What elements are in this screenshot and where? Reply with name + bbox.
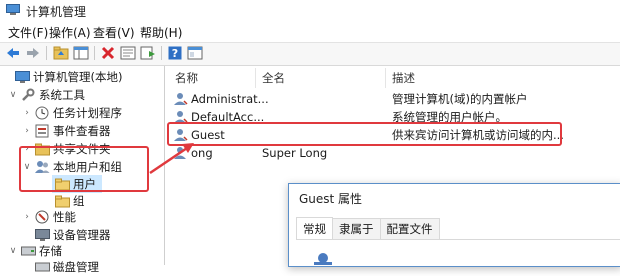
forward-arrow-icon[interactable] xyxy=(24,44,42,62)
column-header-fullname[interactable]: 全名 xyxy=(262,68,285,88)
properties-icon[interactable] xyxy=(119,44,137,62)
tree-label: 任务计划程序 xyxy=(53,106,122,120)
tree-label: 组 xyxy=(73,194,85,208)
menu-help[interactable]: 帮助(H) xyxy=(140,24,182,41)
clock-icon xyxy=(34,106,50,120)
computer-management-icon xyxy=(14,70,30,84)
user-icon xyxy=(173,92,189,106)
tree-label: 计算机管理(本地) xyxy=(33,70,123,84)
tree-item-event-viewer[interactable]: › 事件查看器 xyxy=(22,122,111,140)
chevron-right-icon[interactable]: › xyxy=(22,212,32,222)
help-icon[interactable]: ? xyxy=(166,44,184,62)
tab-profile[interactable]: 配置文件 xyxy=(379,218,440,239)
window-title: 计算机管理 xyxy=(26,5,87,19)
dialog-body xyxy=(296,239,620,266)
event-viewer-icon xyxy=(34,124,50,138)
show-hide-tree-icon[interactable] xyxy=(72,44,90,62)
column-divider[interactable] xyxy=(385,68,386,88)
chevron-down-icon[interactable]: ∨ xyxy=(8,90,18,100)
column-divider[interactable] xyxy=(255,68,256,88)
toolbar-separator xyxy=(46,46,47,60)
tab-member-of[interactable]: 隶属于 xyxy=(332,218,381,239)
tree-item-disk-management[interactable]: 磁盘管理 xyxy=(32,258,99,276)
menu-view[interactable]: 查看(V) xyxy=(93,24,135,41)
annotation-arrow xyxy=(149,143,194,175)
column-header-name[interactable]: 名称 xyxy=(175,68,198,88)
tools-icon xyxy=(20,88,36,102)
user-fullname: Super Long xyxy=(262,146,328,160)
tree-label: 设备管理器 xyxy=(53,228,111,242)
export-list-icon[interactable] xyxy=(139,44,157,62)
menu-file[interactable]: 文件(F) xyxy=(8,24,48,41)
dialog-title: Guest 属性 xyxy=(299,192,363,206)
svg-text:?: ? xyxy=(172,47,178,60)
toolbar-separator xyxy=(94,46,95,60)
tab-general[interactable]: 常规 xyxy=(296,217,333,240)
user-name: Administrat... xyxy=(191,92,269,106)
storage-icon xyxy=(20,244,36,258)
user-icon xyxy=(312,252,334,268)
tree-label: 性能 xyxy=(53,210,76,224)
tree-item-task-scheduler[interactable]: › 任务计划程序 xyxy=(22,104,122,122)
menu-action[interactable]: 操作(A) xyxy=(49,24,91,41)
tree-label: 系统工具 xyxy=(39,88,85,102)
chevron-right-icon[interactable]: › xyxy=(22,108,32,118)
dialog-tabs: 常规 隶属于 配置文件 xyxy=(296,217,440,240)
title-bar xyxy=(0,0,620,23)
toolbar xyxy=(0,42,620,66)
column-header-description[interactable]: 描述 xyxy=(392,68,415,88)
toolbar-separator xyxy=(161,46,162,60)
chevron-right-icon[interactable]: › xyxy=(22,126,32,136)
disk-icon xyxy=(34,260,50,274)
tree-label: 事件查看器 xyxy=(53,124,111,138)
annotation-highlight-guest-row xyxy=(167,122,562,146)
annotation-highlight-local-users xyxy=(19,146,149,192)
tree-item-system-tools[interactable]: ∨ 系统工具 xyxy=(8,86,85,104)
tree-label: 存储 xyxy=(39,244,62,258)
delete-icon[interactable] xyxy=(99,44,117,62)
tree-item-performance[interactable]: › 性能 xyxy=(22,208,76,226)
back-arrow-icon[interactable] xyxy=(4,44,22,62)
up-folder-icon[interactable] xyxy=(52,44,70,62)
computer-management-icon xyxy=(6,4,20,16)
tree-item-root[interactable]: 计算机管理(本地) xyxy=(2,68,122,86)
folder-icon xyxy=(54,194,70,208)
user-description: 管理计算机(域)的内置帐户 xyxy=(392,92,528,106)
chevron-down-icon[interactable]: ∨ xyxy=(8,246,18,256)
performance-icon xyxy=(34,210,50,224)
table-row[interactable]: Administrat... xyxy=(173,90,269,108)
mmc-icon[interactable] xyxy=(186,44,204,62)
tree-label: 磁盘管理 xyxy=(53,260,99,274)
device-manager-icon xyxy=(34,228,50,242)
